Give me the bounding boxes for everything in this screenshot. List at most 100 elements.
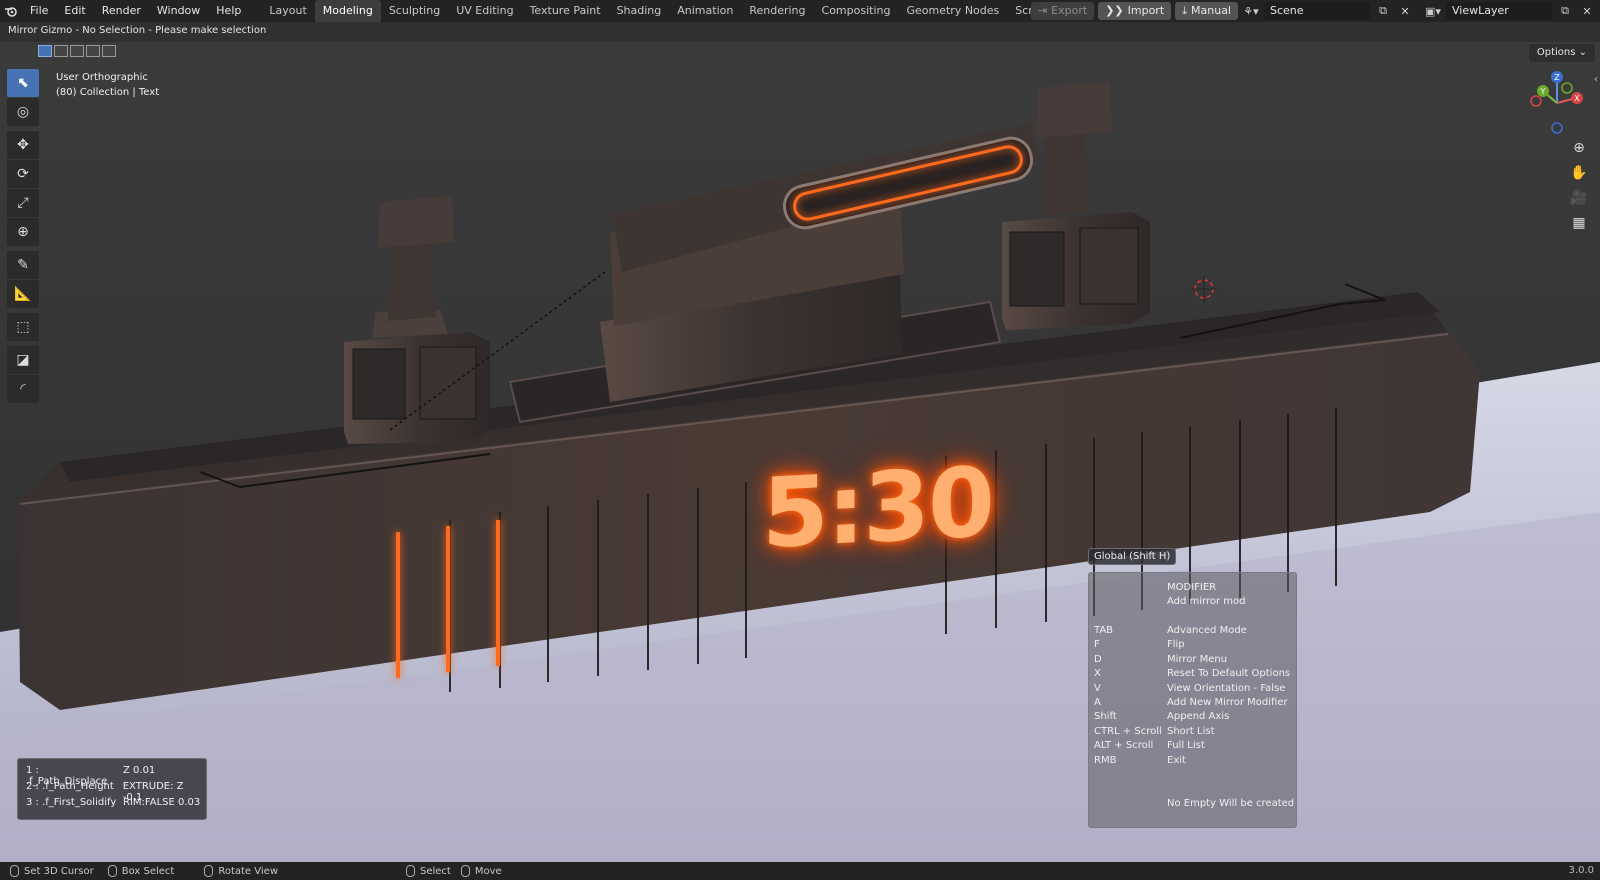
tab-compositing[interactable]: Compositing: [814, 0, 899, 22]
tab-shading[interactable]: Shading: [609, 0, 670, 22]
help-action: Full List: [1167, 740, 1205, 751]
scene-field[interactable]: Scene: [1264, 2, 1370, 20]
select-mode-buttons: [38, 45, 116, 57]
mouse-left-icon: [10, 865, 19, 877]
help-action: Short List: [1167, 726, 1215, 737]
help-action: Advanced Mode: [1167, 625, 1247, 636]
transform-tool[interactable]: ⊕: [7, 218, 39, 246]
tab-uv-editing[interactable]: UV Editing: [448, 0, 521, 22]
help-footer-text: No Empty Will be created: [1167, 798, 1295, 809]
export-label: Export: [1051, 4, 1088, 17]
options-label: Options: [1536, 47, 1576, 58]
display-digits: 5:30: [762, 445, 993, 571]
sidebar-toggle-icon[interactable]: ‹: [1594, 74, 1598, 85]
help-key: ALT + Scroll: [1094, 740, 1154, 751]
mouse-left-icon: [406, 865, 415, 877]
import-icon: ❯❯: [1105, 4, 1124, 17]
transform-icon: ⊕: [17, 224, 29, 240]
menu-help[interactable]: Help: [208, 0, 249, 22]
modifier-value: RIM:FALSE 0.03: [123, 797, 201, 808]
mouse-drag-icon: [460, 865, 470, 877]
select-extend-button[interactable]: [54, 45, 68, 57]
help-row: ALT + Scroll Full List: [1094, 740, 1205, 754]
view-layer-field[interactable]: ViewLayer: [1446, 2, 1552, 20]
export-button[interactable]: ⇥ Export: [1030, 2, 1095, 20]
zoom-icon[interactable]: ⊕: [1568, 137, 1590, 159]
manual-button[interactable]: ⤓ Manual: [1175, 2, 1238, 20]
modifier-value: Z 0.01: [123, 765, 156, 776]
tab-texture-paint[interactable]: Texture Paint: [522, 0, 609, 22]
import-label: Import: [1127, 4, 1165, 17]
help-row: X Reset To Default Options: [1094, 668, 1290, 682]
download-icon: ⤓: [1182, 4, 1188, 17]
view-layer-selector-icon[interactable]: ▣▾: [1424, 2, 1442, 20]
scene-selector-icon[interactable]: ⚘▾: [1242, 2, 1260, 20]
delete-view-layer-icon[interactable]: ✕: [1578, 2, 1596, 20]
help-row: V View Orientation - False: [1094, 683, 1285, 697]
status-set-cursor: Set 3D Cursor: [10, 865, 94, 877]
help-action: Reset To Default Options: [1167, 668, 1291, 679]
rotate-tool[interactable]: ⟳: [7, 160, 39, 188]
help-row: F Flip: [1094, 639, 1185, 653]
help-header: Add mirror mod: [1094, 596, 1246, 610]
hops-tool[interactable]: ◜: [7, 375, 39, 403]
3d-cursor-icon: [1191, 276, 1217, 302]
viewport-info: User Orthographic (80) Collection | Text: [56, 70, 159, 100]
version-label: 3.0.0: [1568, 865, 1594, 876]
help-row: Shift Append Axis: [1094, 711, 1229, 725]
tab-animation[interactable]: Animation: [669, 0, 741, 22]
status-hint: Select: [420, 865, 451, 877]
status-box-select: Box Select: [107, 865, 174, 877]
menu-edit[interactable]: Edit: [56, 0, 93, 22]
modifier-name: 2 : .f_Path_Height: [26, 781, 114, 792]
help-row: CTRL + Scroll Short List: [1094, 726, 1215, 740]
tab-modeling[interactable]: Modeling: [314, 0, 381, 22]
cursor-tool[interactable]: ◎: [7, 98, 39, 126]
help-row: RMB Exit: [1094, 755, 1186, 769]
tab-sculpting[interactable]: Sculpting: [381, 0, 448, 22]
scale-tool[interactable]: ⤢: [7, 189, 39, 217]
camera-icon[interactable]: 🎥: [1568, 187, 1590, 209]
help-key: D: [1094, 654, 1102, 665]
help-header-subtitle: Add mirror mod: [1167, 596, 1246, 607]
new-view-layer-icon[interactable]: ⧉: [1556, 2, 1574, 20]
tab-rendering[interactable]: Rendering: [741, 0, 813, 22]
help-action: Add New Mirror Modifier: [1167, 697, 1288, 708]
select-subtract-button[interactable]: [70, 45, 84, 57]
bevel-icon: ◜: [20, 381, 26, 397]
select-box-tool[interactable]: ⬉: [7, 69, 39, 97]
blender-logo-icon[interactable]: [0, 0, 22, 22]
menu-window[interactable]: Window: [149, 0, 208, 22]
new-scene-icon[interactable]: ⧉: [1374, 2, 1392, 20]
tab-geometry-nodes[interactable]: Geometry Nodes: [898, 0, 1007, 22]
workspace-tabs: Layout Modeling Sculpting UV Editing Tex…: [261, 0, 1095, 22]
move-icon: ✥: [17, 137, 29, 153]
import-button[interactable]: ❯❯ Import: [1098, 2, 1172, 20]
boxcutter-tool[interactable]: ◪: [7, 346, 39, 374]
delete-scene-icon[interactable]: ✕: [1396, 2, 1414, 20]
status-rotate-view: Rotate View: [204, 865, 278, 877]
navigation-gizmo[interactable]: Z X Y: [1522, 68, 1592, 138]
ruler-icon: 📐: [14, 286, 32, 302]
tab-layout[interactable]: Layout: [261, 0, 314, 22]
measure-tool[interactable]: 📐: [7, 280, 39, 308]
select-invert-button[interactable]: [86, 45, 100, 57]
select-intersect-button[interactable]: [102, 45, 116, 57]
menu-file[interactable]: File: [22, 0, 56, 22]
cursor-arrow-icon: ⬉: [17, 75, 29, 91]
add-cube-tool[interactable]: ⬚: [7, 313, 39, 341]
move-tool[interactable]: ✥: [7, 131, 39, 159]
options-dropdown[interactable]: Options ⌄: [1528, 44, 1595, 62]
boxcutter-icon: ◪: [16, 352, 30, 368]
annotate-tool[interactable]: ✎: [7, 251, 39, 279]
menu-render[interactable]: Render: [94, 0, 149, 22]
3d-viewport[interactable]: 5:30 User Orthographic (80) Collection |…: [0, 42, 1600, 862]
help-key: Shift: [1094, 711, 1117, 722]
select-new-button[interactable]: [38, 45, 52, 57]
grid-icon[interactable]: ▦: [1568, 212, 1590, 234]
pan-hand-icon[interactable]: ✋: [1568, 162, 1590, 184]
collection-info: (80) Collection | Text: [56, 87, 160, 98]
cube-icon: ⬚: [16, 319, 30, 335]
help-action: View Orientation - False: [1167, 683, 1286, 694]
view-name: User Orthographic: [56, 72, 148, 83]
